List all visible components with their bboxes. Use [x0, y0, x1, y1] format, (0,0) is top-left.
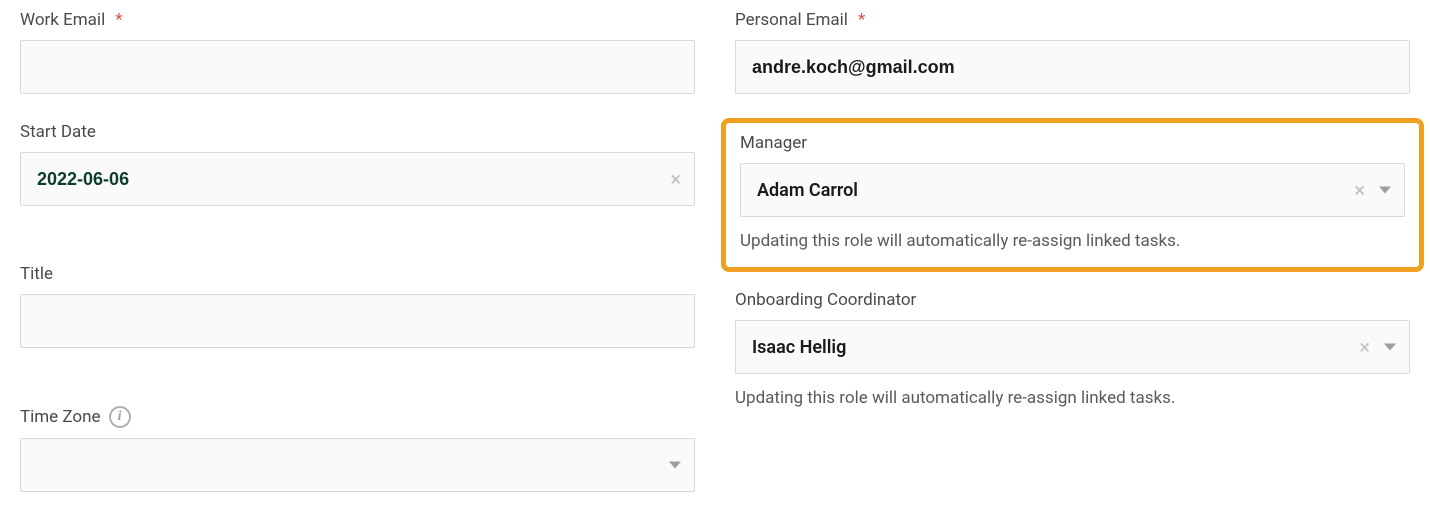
manager-select[interactable]: Adam Carrol ×	[740, 163, 1405, 217]
work-email-field-group: Work Email *	[20, 10, 695, 94]
manager-field-group: Manager Adam Carrol × Updating this role…	[740, 133, 1405, 251]
clear-icon[interactable]: ×	[1359, 337, 1370, 357]
time-zone-label: Time Zone i	[20, 406, 695, 428]
time-zone-field-group: Time Zone i	[20, 406, 695, 492]
chevron-down-icon	[1384, 344, 1396, 351]
required-asterisk-icon: *	[115, 10, 122, 30]
manager-helper-text: Updating this role will automatically re…	[740, 231, 1405, 251]
title-label-text: Title	[20, 264, 53, 284]
time-zone-value	[20, 438, 695, 492]
manager-highlight-box: Manager Adam Carrol × Updating this role…	[721, 118, 1424, 272]
start-date-label-text: Start Date	[20, 122, 96, 142]
manager-value: Adam Carrol	[740, 163, 1405, 217]
form-grid: Work Email * Start Date × Title Time	[20, 10, 1410, 520]
start-date-field-group: Start Date ×	[20, 122, 695, 206]
left-column: Work Email * Start Date × Title Time	[20, 10, 695, 520]
clear-icon[interactable]: ×	[1354, 180, 1365, 200]
personal-email-label-text: Personal Email	[735, 10, 848, 30]
personal-email-label: Personal Email *	[735, 10, 1410, 30]
onboarding-coordinator-field-group: Onboarding Coordinator Isaac Hellig × Up…	[735, 290, 1410, 408]
personal-email-input[interactable]	[735, 40, 1410, 94]
clear-icon[interactable]: ×	[670, 169, 681, 189]
onboarding-coordinator-helper-text: Updating this role will automatically re…	[735, 388, 1410, 408]
onboarding-coordinator-value: Isaac Hellig	[735, 320, 1410, 374]
onboarding-coordinator-label: Onboarding Coordinator	[735, 290, 1410, 310]
time-zone-label-text: Time Zone	[20, 407, 101, 427]
work-email-input[interactable]	[20, 40, 695, 94]
title-label: Title	[20, 264, 695, 284]
time-zone-select[interactable]	[20, 438, 695, 492]
start-date-input[interactable]	[20, 152, 695, 206]
start-date-label: Start Date	[20, 122, 695, 142]
onboarding-coordinator-label-text: Onboarding Coordinator	[735, 290, 916, 310]
onboarding-coordinator-select[interactable]: Isaac Hellig ×	[735, 320, 1410, 374]
info-icon[interactable]: i	[109, 406, 131, 428]
chevron-down-icon	[1379, 187, 1391, 194]
title-field-group: Title	[20, 264, 695, 348]
manager-label: Manager	[740, 133, 1405, 153]
required-asterisk-icon: *	[858, 10, 865, 30]
work-email-label: Work Email *	[20, 10, 695, 30]
work-email-label-text: Work Email	[20, 10, 105, 30]
chevron-down-icon	[669, 462, 681, 469]
manager-label-text: Manager	[740, 133, 807, 153]
right-column: Personal Email * Manager Adam Carrol × U…	[735, 10, 1410, 436]
title-input[interactable]	[20, 294, 695, 348]
start-date-input-wrapper: ×	[20, 152, 695, 206]
personal-email-field-group: Personal Email *	[735, 10, 1410, 94]
